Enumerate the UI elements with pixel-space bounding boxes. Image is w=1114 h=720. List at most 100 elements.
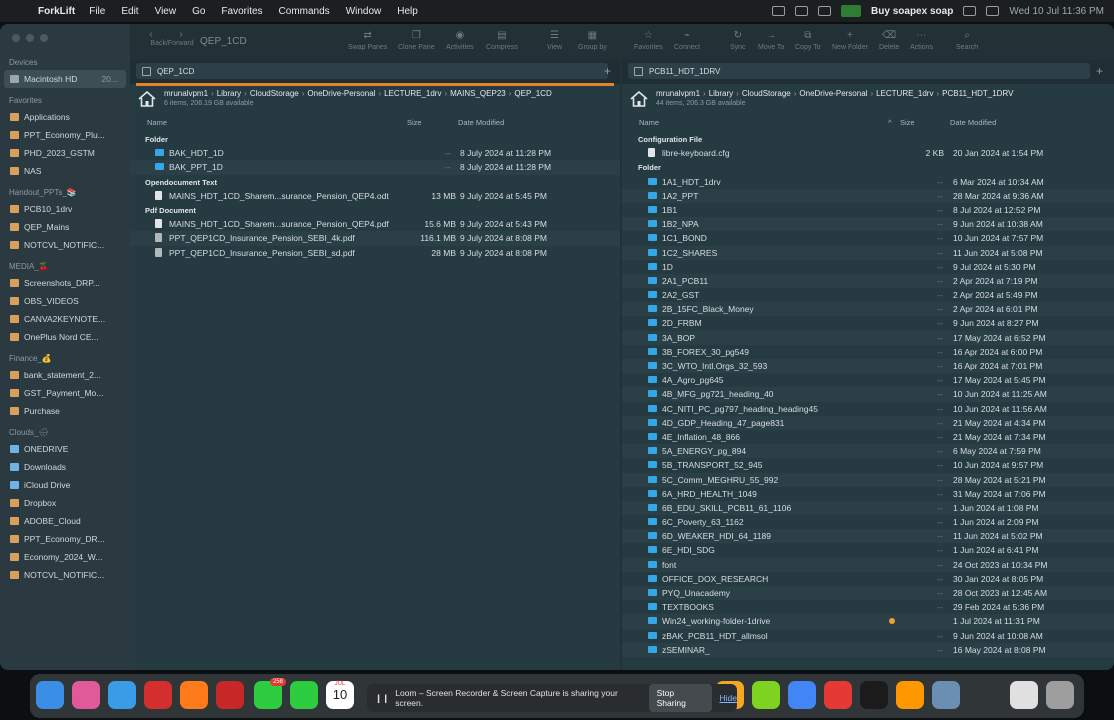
actions-button[interactable]: ⋯ Actions [910,30,933,51]
firefox-icon[interactable] [180,681,208,709]
table-row[interactable]: 6A_HRD_HEALTH_1049 -- 31 May 2024 at 7:06 … [622,487,1114,501]
kite-icon[interactable] [752,681,780,709]
stop-sharing-button[interactable]: Stop Sharing [648,684,712,712]
sidebar-item[interactable]: ADOBE_Cloud [0,512,130,530]
table-row[interactable]: PYQ_Unacademy -- 28 Oct 2023 at 12:45 AM [622,586,1114,601]
sidebar-item[interactable]: Economy_2024_W... [0,548,130,566]
column-name-header[interactable]: Name [147,118,167,127]
table-row[interactable]: 4A_Agro_pg645 -- 17 May 2024 at 5:45 PM [622,373,1114,387]
column-name-header[interactable]: Name [639,118,659,127]
table-row[interactable]: 4C_NITI_PC_pg797_heading_heading45 -- 10 J… [622,402,1114,416]
column-size-header[interactable]: Size [407,118,422,127]
table-row[interactable]: 5B_TRANSPORT_52_945 -- 10 Jun 2024 at 9:57… [622,458,1114,472]
menu-commands[interactable]: Commands [279,6,330,17]
table-row[interactable]: 2A1_PCB11 -- 2 Apr 2024 at 7:19 PM [622,273,1114,289]
sidebar-item[interactable]: PCB10_1drv [0,200,130,218]
sublime-icon[interactable] [896,681,924,709]
breadcrumb-item[interactable]: QEP_1CD [514,89,551,98]
ia-writer-icon[interactable] [860,681,888,709]
wifi-icon[interactable] [963,6,977,16]
trash-icon[interactable] [1046,681,1074,709]
breadcrumb-item[interactable]: mrunalvpm1 [656,89,700,98]
new-folder-button[interactable]: + New Folder [832,30,868,51]
sidebar-item[interactable]: GST_Payment_Mo... [0,384,130,402]
sidebar-item[interactable]: iCloud Drive [0,476,130,494]
group-by-button[interactable]: ▦ Group by [578,30,607,51]
column-size-header[interactable]: Size [900,118,915,127]
table-row[interactable]: 4D_GDP_Heading_47_page831 -- 21 May 2024 a… [622,415,1114,430]
column-date-header[interactable]: Date Modified [458,118,504,127]
table-row[interactable]: OFFICE_DOX_RESEARCH -- 30 Jan 2024 at 8:05… [622,572,1114,586]
breadcrumb-item[interactable]: OneDrive-Personal [799,89,867,98]
table-row[interactable]: 1C1_BOND -- 10 Jun 2024 at 7:57 PM [622,231,1114,245]
table-row[interactable]: 2D_FRBM -- 9 Jun 2024 at 8:27 PM [622,316,1114,330]
menu-file[interactable]: File [89,6,105,17]
sidebar-item[interactable]: Screenshots_DRP... [0,274,130,292]
delete-button[interactable]: ⌫ Delete [879,30,899,51]
table-row[interactable]: MAINS_HDT_1CD_Sharem...surance_Pension_Q… [130,189,620,203]
table-row[interactable]: zBAK_PCB11_HDT_allmsol -- 9 Jun 2024 at 10… [622,629,1114,643]
messages-icon[interactable]: 258 [254,678,286,709]
sidebar-item[interactable]: NOTCVL_NOTIFIC... [0,566,130,584]
left-pane[interactable]: QEP_1CD + mrunalvpm1 › Library › CloudStorag… [130,60,620,670]
breadcrumb-item[interactable]: Library [217,89,241,98]
sidebar-item[interactable]: CANVA2KEYNOTE... [0,310,130,328]
table-row[interactable]: 5C_Comm_MEGHRU_55_992 -- 28 May 2024 at 5:… [622,472,1114,487]
table-row[interactable]: 2B_15FC_Black_Money -- 2 Apr 2024 at 6:01 … [622,302,1114,317]
table-row[interactable]: 6D_WEAKER_HDI_64_1189 -- 11 Jun 2024 at 5:… [622,529,1114,544]
breadcrumb-item[interactable]: LECTURE_1drv [876,89,933,98]
view-button[interactable]: ☰ View [547,30,562,51]
table-row[interactable]: TEXTBOOKS -- 29 Feb 2024 at 5:36 PM [622,600,1114,614]
table-row[interactable]: 6B_EDU_SKILL_PCB11_61_1106 -- 1 Jun 2024 a… [622,500,1114,516]
table-row[interactable]: BAK_PPT_1D -- 8 July 2024 at 11:28 PM [130,160,620,175]
status-app-icon[interactable] [841,5,862,17]
search-button[interactable]: ⌕ Search [956,30,978,51]
minimize-window-button[interactable] [26,34,34,42]
table-row[interactable]: zSEMINAR_ -- 16 May 2024 at 8:08 PM [622,642,1114,657]
home-icon[interactable] [138,91,156,107]
close-window-button[interactable] [12,34,20,42]
add-tab-button[interactable]: + [604,64,611,78]
menu-window[interactable]: Window [346,6,382,17]
sync-button[interactable]: ↻ Sync [730,30,746,51]
table-row[interactable]: 1B1 -- 8 Jul 2024 at 12:52 PM [622,203,1114,217]
column-date-header[interactable]: Date Modified [950,118,996,127]
table-row[interactable]: 3C_WTO_Intl.Orgs_32_593 -- 16 Apr 2024 at … [622,359,1114,374]
sidebar-item[interactable]: Dropbox [0,494,130,512]
table-row[interactable]: 1D -- 9 Jul 2024 at 5:30 PM [622,260,1114,274]
chrome-icon[interactable] [788,681,816,709]
clone-pane-button[interactable]: ❐ Clone Pane [398,30,435,51]
swap-panes-button[interactable]: ⇄ Swap Panes [348,30,387,51]
sidebar-item[interactable]: Purchase [0,402,130,420]
opera-icon[interactable] [144,681,172,709]
table-row[interactable]: 1A2_PPT -- 28 Mar 2024 at 9:36 AM [622,188,1114,203]
table-row[interactable]: PPT_QEP1CD_Insurance_Pension_SEBI_sd.pdf… [130,246,620,260]
calendar-icon[interactable]: JUL 10 [326,681,354,709]
breadcrumb-item[interactable]: PCB11_HDT_1DRV [942,89,1013,98]
table-row[interactable]: 6E_HDI_SDG -- 1 Jun 2024 at 6:41 PM [622,543,1114,557]
sidebar-item[interactable]: PPT_Economy_Plu... [0,126,130,144]
safari-icon[interactable] [108,681,136,709]
table-row[interactable]: 2A2_GST -- 2 Apr 2024 at 5:49 PM [622,288,1114,302]
table-row[interactable]: 5A_ENERGY_pg_894 -- 6 May 2024 at 7:59 PM [622,444,1114,459]
table-row[interactable]: 1C2_SHARES -- 11 Jun 2024 at 5:08 PM [622,245,1114,260]
sidebar-item[interactable]: NOTCVL_NOTIFIC... [0,236,130,254]
pause-icon[interactable]: ❙❙ [375,693,389,704]
copy-to-button[interactable]: ⧉ Copy To [795,30,821,51]
menu-clock[interactable]: Wed 10 Jul 11:36 PM [1009,6,1104,17]
sidebar-item[interactable]: NAS [0,162,130,180]
table-row[interactable]: 1A1_HDT_1drv -- 6 Mar 2024 at 10:34 AM [622,175,1114,189]
facetime-icon[interactable] [290,681,318,709]
hide-button[interactable]: Hide [720,693,737,703]
table-row[interactable]: libre-keyboard.cfg 2 KB 20 Jan 2024 at 1:5… [622,146,1114,160]
sidebar-item[interactable]: Macintosh HD 20... [4,70,126,88]
sidebar-item[interactable]: OBS_VIDEOS [0,292,130,310]
todoist-icon[interactable] [824,681,852,709]
breadcrumb-item[interactable]: MAINS_QEP23 [450,89,506,98]
table-row[interactable]: 1B2_NPA -- 9 Jun 2024 at 10:38 AM [622,217,1114,232]
menu-go[interactable]: Go [192,6,205,17]
table-row[interactable]: 3A_BOP -- 17 May 2024 at 6:52 PM [622,330,1114,345]
table-row[interactable]: 3B_FOREX_30_pg549 -- 16 Apr 2024 at 6:00 P… [622,345,1114,359]
table-row[interactable]: 4B_MFG_pg721_heading_40 -- 10 Jun 2024 at … [622,387,1114,402]
add-tab-button[interactable]: + [1096,64,1103,78]
